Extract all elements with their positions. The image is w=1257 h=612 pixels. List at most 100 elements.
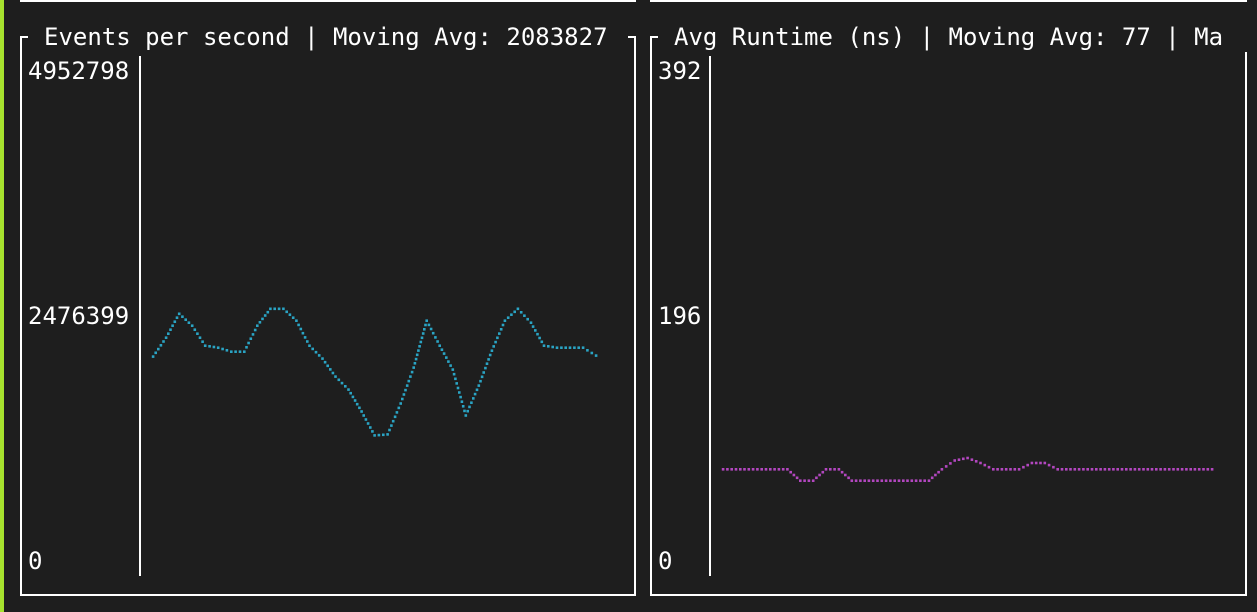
runtime-series-point (937, 470, 940, 474)
runtime-series-point (1210, 468, 1214, 471)
runtime-series-point (880, 479, 884, 482)
runtime-series-point (803, 479, 806, 482)
runtime-series-point (930, 476, 934, 480)
runtime-series-point (1013, 468, 1017, 471)
runtime-series-point (795, 476, 799, 480)
runtime-series-point (974, 460, 978, 463)
runtime-series-point (844, 473, 847, 477)
runtime-series-point (940, 468, 944, 471)
runtime-series-point (1017, 468, 1021, 471)
runtime-series-point (739, 468, 742, 471)
runtime-series-point (1039, 461, 1042, 465)
runtime-series-point (906, 479, 909, 482)
runtime-series-point (734, 468, 738, 471)
runtime-series-point (919, 479, 922, 482)
runtime-series-point (1030, 461, 1034, 465)
runtime-series-point (992, 468, 995, 471)
runtime-series-point (1073, 468, 1077, 471)
runtime-series-point (884, 479, 888, 482)
runtime-series-point (1125, 468, 1128, 471)
runtime-series-point (1069, 468, 1072, 471)
runtime-series-point (747, 468, 751, 471)
runtime-series-point (824, 468, 828, 471)
runtime-series-point (1142, 468, 1145, 471)
runtime-series-point (807, 479, 811, 482)
runtime-series-point (876, 479, 879, 482)
runtime-series-point (949, 462, 952, 465)
runtime-series-point (1077, 468, 1081, 471)
runtime-series-point (760, 468, 763, 471)
runtime-series-point (927, 479, 931, 482)
runtime-series-point (821, 470, 825, 474)
runtime-series-point (1043, 461, 1047, 465)
runtime-series-point (871, 479, 875, 482)
runtime-series-point (1146, 468, 1150, 471)
runtime-series-point (1189, 468, 1192, 471)
runtime-series-point (910, 479, 914, 482)
runtime-series-point (1137, 468, 1141, 471)
runtime-series-point (1034, 461, 1038, 465)
runtime-series-point (777, 468, 781, 471)
runtime-series-point (1120, 468, 1124, 471)
runtime-series-point (944, 465, 948, 468)
runtime-series-point (764, 468, 768, 471)
runtime-series-point (799, 479, 802, 482)
runtime-series-point (979, 461, 982, 465)
runtime-series-point (966, 456, 969, 460)
runtime-series-point (1193, 468, 1197, 471)
runtime-series-point (837, 468, 841, 471)
runtime-series-point (1047, 463, 1051, 467)
runtime-series-point (854, 479, 858, 482)
runtime-series-point (789, 470, 792, 474)
runtime-series-point (730, 468, 733, 471)
runtime-series-point (756, 468, 759, 471)
runtime-series-point (1176, 468, 1180, 471)
runtime-series-point (983, 463, 987, 467)
runtime-series-point (818, 473, 821, 477)
runtime-series-point (786, 468, 789, 471)
runtime-series-point (773, 468, 776, 471)
runtime-series-point (987, 465, 991, 469)
runtime-series-point (829, 468, 832, 471)
runtime-series-point (743, 468, 746, 471)
runtime-series-point (1026, 463, 1029, 467)
runtime-series-point (1150, 468, 1154, 471)
runtime-series-point (859, 479, 862, 482)
runtime-series-point (1172, 468, 1175, 471)
runtime-series-point (893, 479, 896, 482)
runtime-series-point (850, 479, 854, 482)
runtime-series-point (1022, 465, 1025, 469)
runtime-series-point (957, 458, 961, 461)
runtime-series-point (923, 479, 926, 482)
runtime-series-point (863, 479, 866, 482)
runtime-series-point (792, 473, 796, 477)
runtime-series-point (953, 459, 956, 462)
runtime-series-point (815, 476, 818, 480)
runtime-series-point (1090, 468, 1094, 471)
runtime-series-point (1000, 468, 1004, 471)
runtime-series-point (1180, 468, 1184, 471)
runtime-series-point (1103, 468, 1107, 471)
runtime-series-point (847, 476, 850, 480)
runtime-series-point (1107, 468, 1111, 471)
runtime-series-point (889, 479, 892, 482)
runtime-series-point (1185, 468, 1188, 471)
runtime-series-point (811, 479, 815, 482)
runtime-series-point (721, 468, 725, 471)
runtime-series-point (970, 458, 974, 461)
runtime-series-point (1065, 468, 1068, 471)
runtime-series-point (1206, 468, 1210, 471)
runtime-series-point (1004, 468, 1008, 471)
runtime-series-point (840, 470, 844, 474)
runtime-series-point (1133, 468, 1137, 471)
runtime-series-point (867, 479, 871, 482)
runtime-series-point (1009, 468, 1012, 471)
runtime-series-point (1060, 468, 1064, 471)
runtime-series-point (726, 468, 729, 471)
runtime-series-point (934, 473, 937, 477)
runtime-series-point (962, 457, 965, 461)
runtime-series-point (1155, 468, 1158, 471)
runtime-series-point (897, 479, 901, 482)
runtime-series-point (1095, 468, 1098, 471)
runtime-series-point (902, 479, 905, 482)
